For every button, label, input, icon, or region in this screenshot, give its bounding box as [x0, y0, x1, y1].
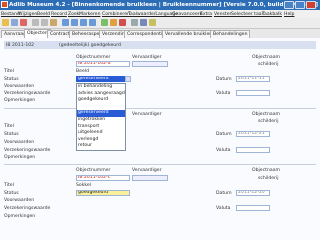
print-icon[interactable] — [131, 19, 138, 26]
toolbar — [0, 18, 320, 29]
new-record-icon[interactable] — [101, 19, 108, 26]
datum-field[interactable]: 2011-11-11 — [236, 76, 270, 82]
record-id: IB 2011-102 — [6, 42, 35, 48]
save-icon[interactable] — [11, 19, 18, 26]
datum-label: Datum — [216, 191, 232, 196]
edit-record-icon[interactable] — [110, 19, 117, 26]
objectnummer-field[interactable]: IB 2011-102-a — [76, 61, 130, 67]
copy-icon[interactable] — [41, 19, 48, 26]
column-vervaardiger: Vervaardiger — [132, 112, 162, 117]
titel-value: Sokkel — [76, 183, 91, 188]
titel-label: Titel — [4, 124, 14, 129]
opmerkingen-label: Opmerkingen — [4, 98, 36, 103]
menu-zoek[interactable]: Zoek — [68, 12, 79, 17]
valuta-label: Valuta — [216, 148, 231, 153]
verzekeringswaarde-label: Verzekeringswaarde — [4, 206, 51, 211]
menu-bestand[interactable]: Bestand — [1, 12, 20, 17]
status-label: Status — [4, 77, 19, 82]
first-record-icon[interactable] — [62, 19, 69, 26]
menu-help[interactable]: Help — [284, 12, 294, 17]
last-record-icon[interactable] — [89, 19, 96, 26]
titel-label: Titel — [4, 69, 14, 74]
verzekeringswaarde-label: Verzekeringswaarde — [4, 91, 51, 96]
titel-value: Beeld — [76, 69, 89, 74]
minimize-button[interactable] — [284, 1, 294, 9]
search-icon[interactable] — [140, 19, 147, 26]
cut-icon[interactable] — [32, 19, 39, 26]
column-objectnaam: Objectnaam — [252, 112, 280, 117]
datum-label: Datum — [216, 132, 232, 137]
dropdown-option[interactable]: in behandeling — [77, 84, 125, 91]
column-objectnummer: Objectnummer — [76, 168, 111, 173]
tab-behandelingen[interactable]: Behandelingen — [210, 30, 251, 38]
column-objectnaam: Objectnaam — [252, 168, 280, 173]
voorwaarden-label: Voorwaarden — [4, 198, 35, 203]
menu-venster[interactable]: Venster — [214, 12, 231, 17]
valuta-field[interactable] — [236, 90, 270, 96]
datum-label: Datum — [216, 77, 232, 82]
app-icon — [1, 1, 8, 8]
next-record-icon[interactable] — [80, 19, 87, 26]
column-vervaardiger: Vervaardiger — [132, 168, 162, 173]
status-select[interactable]: gereserveerd — [76, 76, 126, 82]
menu-taakbalk[interactable]: Taakbalk — [262, 12, 282, 17]
valuta-label: Valuta — [216, 91, 231, 96]
help-icon[interactable] — [149, 19, 156, 26]
vervaardiger-field[interactable] — [132, 61, 168, 67]
valuta-field[interactable] — [236, 147, 270, 153]
dropdown-option[interactable]: goedgekeurd — [77, 97, 125, 104]
valuta-field[interactable] — [236, 205, 270, 211]
dropdown-option[interactable]: retour — [77, 143, 125, 150]
dropdown-option[interactable]: ingetrokken — [77, 117, 125, 124]
chevron-down-icon[interactable] — [125, 76, 131, 82]
close-record-icon[interactable] — [20, 19, 27, 26]
vervaardiger-field[interactable] — [132, 175, 168, 181]
menu-record[interactable]: Record — [51, 12, 67, 17]
column-vervaardiger: Vervaardiger — [132, 55, 162, 60]
menu-extra[interactable]: Extra — [200, 12, 212, 17]
dropdown-option-selected[interactable]: gereserveerd — [77, 110, 125, 117]
close-button[interactable] — [306, 1, 316, 9]
status-label: Status — [4, 191, 19, 196]
objectnaam-value: schilderij — [258, 62, 279, 67]
record-content: IB 2011-102 (gedeeltelijk) goedgekeurd O… — [0, 38, 320, 240]
opmerkingen-label: Opmerkingen — [4, 214, 36, 219]
datum-field[interactable]: 2011-12-20 — [236, 190, 270, 196]
object-divider — [4, 108, 316, 109]
previous-record-icon[interactable] — [71, 19, 78, 26]
menu-selecteer-taal[interactable]: Selecteer taal — [231, 12, 263, 17]
window-title: Adlib Museum 4.2 - [Binnenkomende bruikl… — [9, 2, 319, 8]
status-select[interactable]: goedgekeurd — [76, 190, 130, 196]
opmerkingen-label: Opmerkingen — [4, 155, 36, 160]
delete-record-icon[interactable] — [119, 19, 126, 26]
column-objectnummer: Objectnummer — [76, 55, 111, 60]
objectnummer-field[interactable]: IB 2011-102-c — [76, 175, 130, 181]
column-objectnaam: Objectnaam — [252, 55, 280, 60]
maximize-button[interactable] — [295, 1, 305, 9]
dropdown-option[interactable]: uitgeleend — [77, 130, 125, 137]
titel-label: Titel — [4, 183, 14, 188]
title-bar: Adlib Museum 4.2 - [Binnenkomende bruikl… — [0, 0, 320, 10]
record-header: IB 2011-102 (gedeeltelijk) goedgekeurd — [4, 41, 316, 49]
voorwaarden-label: Voorwaarden — [4, 140, 35, 145]
datum-field[interactable]: 2011-12-21 — [236, 131, 270, 137]
objectnaam-value: schilderij — [258, 119, 279, 124]
status-label: Status — [4, 132, 19, 137]
menu-markeren[interactable]: Markeren — [79, 12, 101, 17]
menu-taalwaarde[interactable]: Taalwaarde/Language — [128, 12, 178, 17]
voorwaarden-label: Voorwaarden — [4, 84, 35, 89]
open-folder-icon[interactable] — [2, 19, 9, 26]
paste-icon[interactable] — [50, 19, 57, 26]
objectnaam-value: schilderij — [258, 176, 279, 181]
verzekeringswaarde-label: Verzekeringswaarde — [4, 148, 51, 153]
status-dropdown-list: in behandeling advies aangevraagd goedge… — [76, 83, 126, 151]
menu-combineren[interactable]: Combineren — [102, 12, 130, 17]
valuta-label: Valuta — [216, 206, 231, 211]
menu-wijzigen[interactable]: Wijzigen — [18, 12, 37, 17]
menu-geavanceerd[interactable]: Geavanceerd — [172, 12, 203, 17]
object-divider — [4, 164, 316, 165]
record-status: (gedeeltelijk) goedgekeurd — [59, 42, 121, 48]
menu-beeld[interactable]: Beeld — [37, 12, 50, 17]
